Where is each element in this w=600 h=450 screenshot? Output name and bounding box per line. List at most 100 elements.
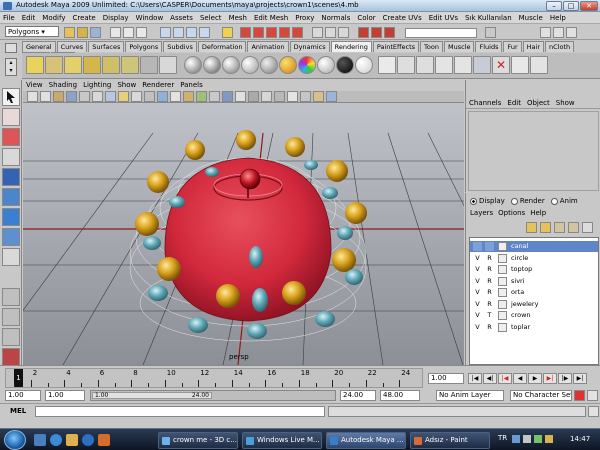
surface-shader-icon[interactable] xyxy=(336,56,354,74)
blinn-shader-icon[interactable] xyxy=(203,56,221,74)
hypershade-layout-icon[interactable] xyxy=(2,348,20,366)
panel-tool-icon-19[interactable] xyxy=(261,91,272,102)
layer-color-swatch[interactable] xyxy=(498,242,507,251)
character-set-select[interactable]: No Character Set xyxy=(510,390,572,401)
menu-help[interactable]: Help xyxy=(547,12,570,23)
tray-network-icon[interactable] xyxy=(512,435,520,443)
shelf-scroll-icon[interactable]: ▴ ▾ xyxy=(5,58,17,76)
panel-tool-icon-5[interactable] xyxy=(79,91,90,102)
select-by-handle-icon[interactable] xyxy=(160,27,171,38)
language-indicator[interactable]: TR xyxy=(498,434,507,442)
panel-tool-icon-3[interactable] xyxy=(53,91,64,102)
panel-tool-icon-23[interactable] xyxy=(313,91,324,102)
panel-tool-icon-15[interactable] xyxy=(209,91,220,102)
render-globals-icon[interactable] xyxy=(435,56,453,74)
point-light-icon[interactable] xyxy=(64,56,82,74)
layer-up-icon[interactable] xyxy=(554,222,565,233)
menu-s-k-kullan-lan[interactable]: Sık Kullanılan xyxy=(462,12,516,23)
menu-select[interactable]: Select xyxy=(197,12,226,23)
volume-light-icon[interactable] xyxy=(121,56,139,74)
layer-mode-anim[interactable]: Anim xyxy=(550,197,578,205)
make-live-icon[interactable] xyxy=(292,27,303,38)
scale-tool-icon[interactable] xyxy=(2,188,20,206)
shelf-tab-animation[interactable]: Animation xyxy=(247,41,289,52)
panel-tool-icon-9[interactable] xyxy=(131,91,142,102)
snap-view-plane-icon[interactable] xyxy=(279,27,290,38)
layer-visibility-toggle[interactable]: V xyxy=(473,277,482,286)
panel-menu-panels[interactable]: Panels xyxy=(177,80,206,91)
script-editor-icon[interactable] xyxy=(588,406,599,417)
render-view-icon[interactable] xyxy=(378,56,396,74)
menu-create[interactable]: Create xyxy=(69,12,99,23)
layer-menu-options[interactable]: Options xyxy=(498,209,525,217)
spot-light-icon[interactable] xyxy=(83,56,101,74)
single-perspective-layout-icon[interactable] xyxy=(2,288,20,306)
shelf-tab-polygons[interactable]: Polygons xyxy=(125,41,163,52)
menu-set-select[interactable]: Polygons ▾ xyxy=(5,26,59,37)
layer-menu-help[interactable]: Help xyxy=(530,209,546,217)
media-player-icon[interactable] xyxy=(82,434,94,446)
layer-row-toplar[interactable]: V Rtoplar xyxy=(470,322,598,333)
layer-color-swatch[interactable] xyxy=(498,265,507,274)
lock-selection-icon[interactable] xyxy=(222,27,233,38)
quick-selection-field[interactable] xyxy=(405,28,477,38)
show-modeling-toolkit-icon[interactable] xyxy=(485,27,496,38)
current-time-field[interactable]: 1.00 xyxy=(428,373,464,384)
snap-grid-icon[interactable] xyxy=(240,27,251,38)
panel-tool-icon-2[interactable] xyxy=(40,91,51,102)
panel-tool-icon-1[interactable] xyxy=(27,91,38,102)
make-light-links-icon[interactable] xyxy=(511,56,529,74)
tray-volume-icon[interactable] xyxy=(523,435,531,443)
ipr-render-icon[interactable] xyxy=(371,27,382,38)
layer-color-swatch[interactable] xyxy=(498,276,507,286)
layer-row-canal[interactable]: canal xyxy=(470,241,598,252)
menu-edit-uvs[interactable]: Edit UVs xyxy=(426,12,462,23)
menu-edit[interactable]: Edit xyxy=(19,12,40,23)
shelf-tab-muscle[interactable]: Muscle xyxy=(443,41,475,52)
panel-tool-icon-7[interactable] xyxy=(105,91,116,102)
layer-display-type-toggle[interactable] xyxy=(485,242,494,251)
shelf-tab-fluids[interactable]: Fluids xyxy=(475,41,503,52)
menu-display[interactable]: Display xyxy=(100,12,133,23)
layer-display-type-toggle[interactable]: R xyxy=(485,323,494,332)
range-slider-track[interactable]: 1.00 24.00 xyxy=(90,390,336,401)
crown-dome[interactable] xyxy=(164,157,332,322)
select-by-joint-icon[interactable] xyxy=(173,27,184,38)
layer-visibility-toggle[interactable] xyxy=(473,242,482,251)
open-scene-icon[interactable] xyxy=(77,27,88,38)
layer-options-icon[interactable] xyxy=(582,222,593,233)
radio-icon[interactable] xyxy=(470,197,477,205)
menu-assets[interactable]: Assets xyxy=(167,12,197,23)
render-current-frame-icon[interactable] xyxy=(358,27,369,38)
shelf-tab-deformation[interactable]: Deformation xyxy=(197,41,247,52)
layer-menu-layers[interactable]: Layers xyxy=(470,209,493,217)
maximize-button[interactable]: □ xyxy=(563,1,579,11)
shading-map-icon[interactable] xyxy=(317,56,335,74)
channel-menu-show[interactable]: Show xyxy=(553,97,578,109)
radio-icon[interactable] xyxy=(550,197,558,205)
layer-display-type-toggle[interactable]: T xyxy=(485,311,494,320)
select-tool-icon[interactable] xyxy=(2,88,20,106)
panel-tool-icon-20[interactable] xyxy=(274,91,285,102)
start-button[interactable] xyxy=(4,430,26,450)
shelf-tab-fur[interactable]: Fur xyxy=(503,41,522,52)
panel-menu-renderer[interactable]: Renderer xyxy=(139,80,177,91)
panel-tool-icon-14[interactable] xyxy=(196,91,207,102)
panel-tool-icon-18[interactable] xyxy=(248,91,259,102)
layer-mode-display[interactable]: Display xyxy=(470,197,505,205)
playback-start-field[interactable]: 1.00 xyxy=(45,390,85,401)
ipr-render-shelf-icon[interactable] xyxy=(416,56,434,74)
layer-display-type-toggle[interactable]: R xyxy=(485,265,494,274)
anim-layer-select[interactable]: No Anim Layer xyxy=(436,390,504,401)
ambient-light-icon[interactable] xyxy=(26,56,44,74)
layer-display-type-toggle[interactable]: R xyxy=(485,277,494,286)
snap-curve-icon[interactable] xyxy=(253,27,264,38)
animation-start-field[interactable]: 1.00 xyxy=(5,390,41,401)
layer-row-sivri[interactable]: V Rsivri xyxy=(470,276,598,287)
hypershade-icon[interactable] xyxy=(454,56,472,74)
explorer-icon[interactable] xyxy=(66,434,78,446)
taskbar-item-1[interactable]: crown me - 3D c... xyxy=(158,432,238,449)
camera-icon[interactable] xyxy=(140,56,158,74)
step-forward-key-icon[interactable]: ▶| xyxy=(543,373,557,384)
channel-menu-channels[interactable]: Channels xyxy=(466,97,504,109)
